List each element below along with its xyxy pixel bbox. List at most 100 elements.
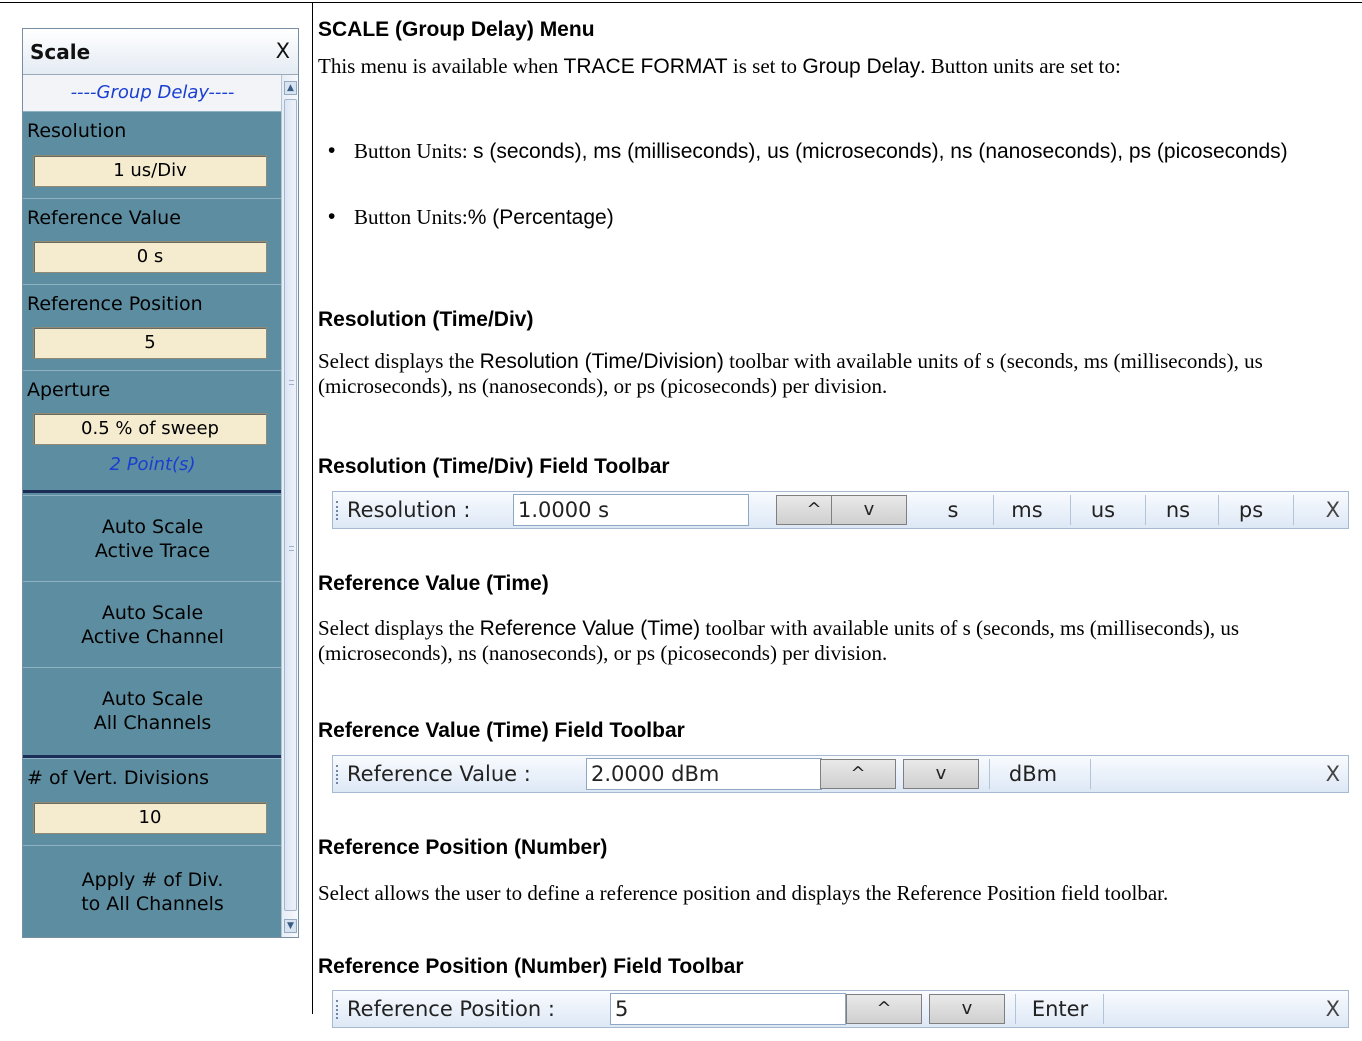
scale-menu: ----Group Delay---- Resolution 1 us/Div … [23, 75, 282, 937]
toolbar-grip-icon[interactable] [336, 501, 338, 520]
aperture-section[interactable]: Aperture 0.5 % of sweep 2 Point(s) [23, 370, 282, 488]
separator [993, 495, 994, 525]
resolution-field-toolbar: Resolution : 1.0000 s ^ v s ms us ns ps … [332, 491, 1349, 529]
increment-button[interactable]: ^ [820, 759, 896, 789]
reference-position-toolbar-heading: Reference Position (Number) Field Toolba… [318, 955, 744, 978]
menu-divider [23, 490, 282, 493]
auto-scale-active-trace-button[interactable]: Auto Scale Active Trace [23, 495, 282, 581]
ui-term: TRACE FORMAT [563, 55, 728, 78]
scroll-up-icon[interactable]: ▲ [284, 81, 297, 95]
reference-value-input[interactable]: 2.0000 dBm [586, 758, 822, 790]
column-divider [312, 2, 313, 1014]
group-delay-header: ----Group Delay---- [23, 75, 282, 111]
ui-term: Resolution (Time/Division) [479, 350, 724, 373]
reference-position-field-toolbar: Reference Position : 5 ^ v Enter X [332, 990, 1349, 1028]
unit-ns-button[interactable]: ns [1158, 498, 1198, 522]
intro-paragraph: This menu is available when TRACE FORMAT… [318, 54, 1358, 79]
button-line: Auto Scale [101, 687, 204, 710]
auto-scale-active-channel-button[interactable]: Auto Scale Active Channel [23, 581, 282, 667]
scroll-thumb[interactable] [284, 99, 297, 911]
intro-text: . Button units are set to: [920, 54, 1121, 78]
panel-title-bar: Scale X [23, 29, 298, 75]
reference-value-field-toolbar: Reference Value : 2.0000 dBm ^ v dBm X [332, 755, 1349, 793]
bullet-icon: • [328, 205, 336, 228]
bullet-item: • Button Units:% (Percentage) [328, 205, 1334, 230]
reference-value-paragraph: Select displays the Reference Value (Tim… [318, 616, 1358, 666]
resolution-section[interactable]: Resolution 1 us/Div [23, 111, 282, 198]
ui-term: Reference Value (Time) [479, 617, 701, 640]
unit-s-button[interactable]: s [943, 498, 963, 522]
reference-value-section[interactable]: Reference Value 0 s [23, 198, 282, 284]
scroll-down-icon[interactable]: ▼ [284, 919, 297, 933]
thumb-grip-icon [289, 380, 294, 385]
unit-dbm-button[interactable]: dBm [1003, 762, 1063, 786]
button-line: Active Channel [81, 625, 224, 648]
vert-divisions-section[interactable]: # of Vert. Divisions 10 [23, 758, 282, 845]
reference-position-paragraph: Select allows the user to define a refer… [318, 881, 1169, 905]
thumb-grip-icon [289, 546, 294, 551]
reference-position-section[interactable]: Reference Position 5 [23, 284, 282, 370]
reference-value-toolbar-heading: Reference Value (Time) Field Toolbar [318, 719, 685, 742]
scrollbar[interactable]: ▲ ▼ [281, 75, 298, 937]
toolbar-close-icon[interactable]: X [1326, 498, 1340, 522]
intro-text: is set to [727, 54, 803, 78]
resolution-value[interactable]: 1 us/Div [33, 155, 267, 187]
separator [1015, 994, 1016, 1024]
bullet-text: Button Units: [354, 205, 468, 229]
close-icon[interactable]: X [276, 39, 290, 63]
resolution-paragraph: Select displays the Resolution (Time/Div… [318, 349, 1358, 399]
separator [1218, 495, 1219, 525]
bullet-icon: • [328, 139, 336, 162]
toolbar-grip-icon[interactable] [336, 765, 338, 784]
reference-position-value[interactable]: 5 [33, 327, 267, 359]
button-line: Apply # of Div. [81, 868, 224, 891]
toolbar-label: Reference Position : [347, 997, 555, 1021]
ui-term: Group Delay [802, 55, 921, 78]
menu-title: SCALE (Group Delay) Menu [318, 18, 595, 41]
toolbar-close-icon[interactable]: X [1326, 997, 1340, 1021]
toolbar-close-icon[interactable]: X [1326, 762, 1340, 786]
decrement-button[interactable]: v [929, 994, 1005, 1024]
enter-button[interactable]: Enter [1025, 997, 1095, 1021]
auto-scale-all-channels-button[interactable]: Auto Scale All Channels [23, 667, 282, 753]
reference-position-input[interactable]: 5 [610, 993, 846, 1025]
reference-position-label: Reference Position [27, 293, 203, 315]
separator [1103, 994, 1104, 1024]
toolbar-grip-icon[interactable] [336, 1000, 338, 1019]
vert-divisions-value[interactable]: 10 [33, 802, 267, 834]
separator [1145, 495, 1146, 525]
increment-button[interactable]: ^ [846, 994, 922, 1024]
unit-ms-button[interactable]: ms [1005, 498, 1049, 522]
intro-text: This menu is available when [318, 54, 564, 78]
reference-value-label: Reference Value [27, 207, 181, 229]
button-line: All Channels [93, 711, 212, 734]
button-line: Active Trace [94, 539, 211, 562]
unit-ps-button[interactable]: ps [1231, 498, 1271, 522]
aperture-value[interactable]: 0.5 % of sweep [33, 413, 267, 445]
bullet-units: % (Percentage) [467, 206, 614, 229]
separator [1090, 759, 1091, 789]
reference-value-value[interactable]: 0 s [33, 241, 267, 273]
body-text: Select displays the [318, 349, 480, 373]
scale-menu-panel: Scale X ----Group Delay---- Resolution 1… [22, 28, 299, 938]
toolbar-label: Resolution : [347, 498, 471, 522]
button-line: to All Channels [81, 892, 224, 915]
resolution-heading: Resolution (Time/Div) [318, 308, 534, 331]
button-line: Auto Scale [101, 515, 204, 538]
bullet-units: s (seconds), ms (milliseconds), us (micr… [473, 140, 1288, 163]
reference-value-heading: Reference Value (Time) [318, 572, 549, 595]
vert-divisions-label: # of Vert. Divisions [27, 767, 210, 789]
separator [1070, 495, 1071, 525]
resolution-input[interactable]: 1.0000 s [513, 494, 749, 526]
apply-divisions-button[interactable]: Apply # of Div. to All Channels [23, 845, 282, 937]
bullet-text: Button Units: [354, 139, 474, 163]
decrement-button[interactable]: v [831, 495, 907, 525]
button-line: Auto Scale [101, 601, 204, 624]
decrement-button[interactable]: v [903, 759, 979, 789]
aperture-points: 2 Point(s) [109, 454, 196, 475]
unit-us-button[interactable]: us [1083, 498, 1123, 522]
body-text: Select displays the [318, 616, 480, 640]
panel-title: Scale [30, 40, 91, 64]
top-rule [0, 2, 1362, 3]
separator [989, 759, 990, 789]
